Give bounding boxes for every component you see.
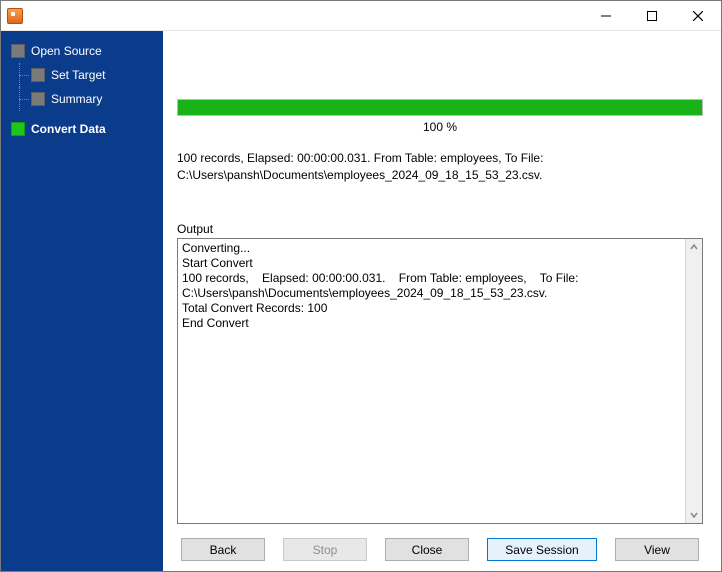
maximize-button[interactable] bbox=[629, 1, 675, 30]
progress-bar bbox=[177, 99, 703, 116]
status-text: 100 records, Elapsed: 00:00:00.031. From… bbox=[177, 150, 703, 184]
back-button[interactable]: Back bbox=[181, 538, 265, 561]
stop-button: Stop bbox=[283, 538, 367, 561]
wizard-step-label: Convert Data bbox=[31, 122, 106, 136]
window-controls bbox=[583, 1, 721, 30]
wizard-step-summary[interactable]: Summary bbox=[31, 87, 163, 111]
progress-section: 100 % bbox=[177, 99, 703, 134]
button-row: Back Stop Close Save Session View bbox=[177, 538, 703, 561]
save-session-button[interactable]: Save Session bbox=[487, 538, 597, 561]
step-box-icon bbox=[31, 92, 45, 106]
wizard-step-set-target[interactable]: Set Target bbox=[31, 63, 163, 87]
wizard-step-label: Set Target bbox=[51, 68, 105, 82]
wizard-step-label: Summary bbox=[51, 92, 102, 106]
progress-percent-text: 100 % bbox=[177, 120, 703, 134]
wizard-step-convert-data[interactable]: Convert Data bbox=[11, 117, 163, 141]
output-box: Converting... Start Convert 100 records,… bbox=[177, 238, 703, 524]
wizard-step-label: Open Source bbox=[31, 44, 102, 58]
scroll-up-icon[interactable] bbox=[686, 239, 702, 256]
app-icon bbox=[7, 8, 23, 24]
close-window-button[interactable] bbox=[675, 1, 721, 30]
close-button[interactable]: Close bbox=[385, 538, 469, 561]
titlebar bbox=[1, 1, 721, 31]
output-text[interactable]: Converting... Start Convert 100 records,… bbox=[178, 239, 685, 523]
output-scrollbar[interactable] bbox=[685, 239, 702, 523]
minimize-button[interactable] bbox=[583, 1, 629, 30]
step-box-icon bbox=[11, 44, 25, 58]
scroll-down-icon[interactable] bbox=[686, 506, 702, 523]
step-box-icon bbox=[31, 68, 45, 82]
wizard-sidebar: Open Source Set Target Summa bbox=[1, 31, 163, 571]
view-button[interactable]: View bbox=[615, 538, 699, 561]
output-label: Output bbox=[177, 222, 703, 236]
main-panel: 100 % 100 records, Elapsed: 00:00:00.031… bbox=[163, 31, 721, 571]
wizard-step-open-source[interactable]: Open Source bbox=[11, 39, 163, 63]
app-window: Open Source Set Target Summa bbox=[0, 0, 722, 572]
step-box-icon bbox=[11, 122, 25, 136]
progress-fill bbox=[178, 100, 702, 115]
